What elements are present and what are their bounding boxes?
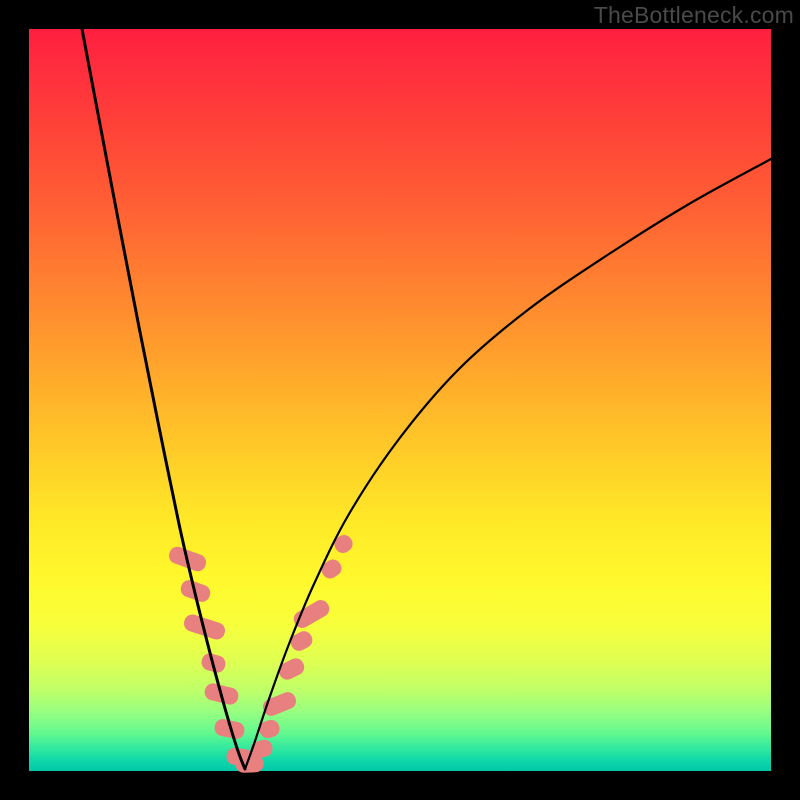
chart-frame <box>29 29 771 771</box>
curve-left-branch <box>82 29 245 769</box>
curve-right-branch <box>245 159 771 769</box>
bottleneck-curve <box>29 29 771 771</box>
watermark-text: TheBottleneck.com <box>594 2 794 29</box>
